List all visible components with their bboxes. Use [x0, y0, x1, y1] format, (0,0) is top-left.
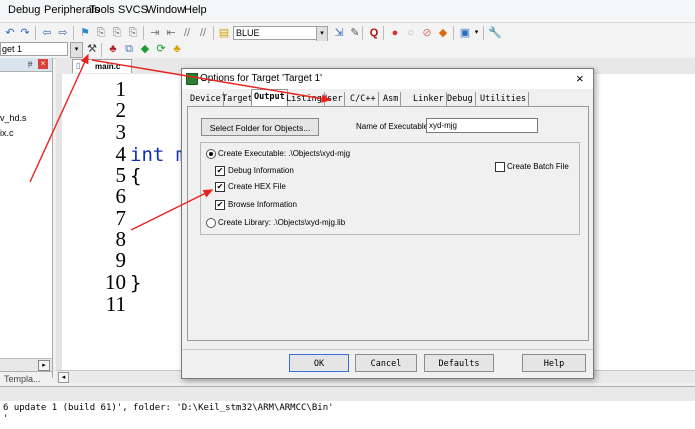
annotation-arrow-output-tab [91, 59, 332, 103]
annotation-overlay [29, 53, 332, 231]
annotation-arrow-toolbar [29, 53, 89, 183]
annotation-arrow-hex-file [130, 189, 214, 231]
